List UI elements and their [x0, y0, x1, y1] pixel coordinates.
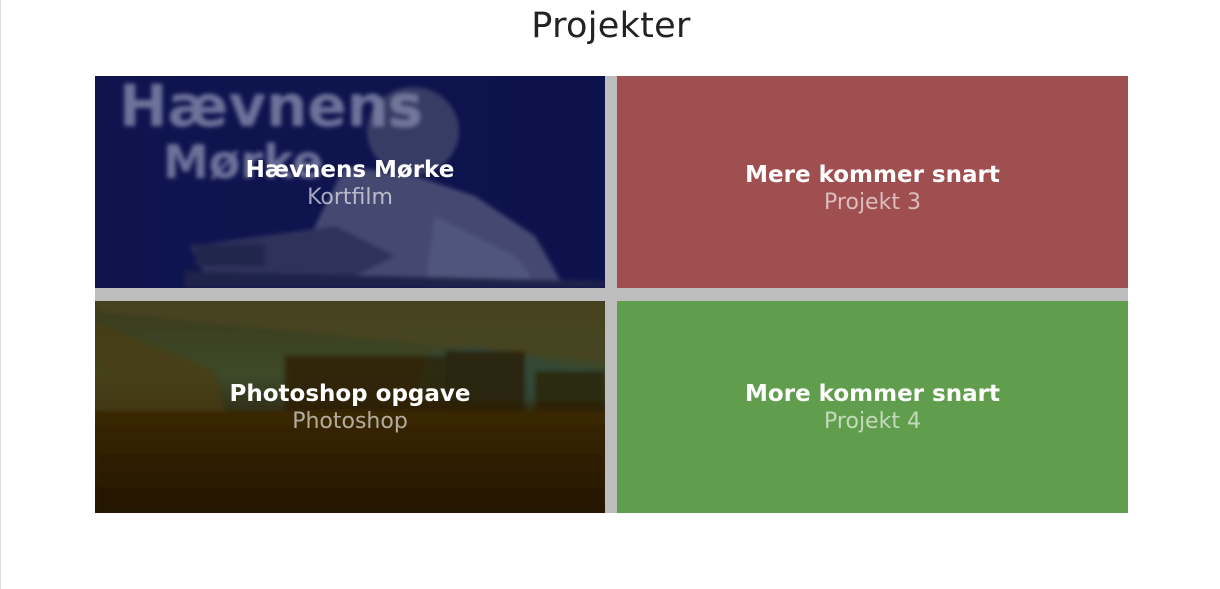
- page-title: Projekter: [531, 6, 691, 46]
- project-tile-projekt-3[interactable]: Mere kommer snart Projekt 3: [617, 76, 1128, 288]
- project-title: Hævnens Mørke: [245, 157, 455, 183]
- project-caption: Photoshop opgave Photoshop: [95, 380, 605, 436]
- project-title: Photoshop opgave: [229, 381, 471, 407]
- project-caption: Hævnens Mørke Kortfilm: [95, 156, 605, 212]
- project-subtitle: Photoshop: [292, 409, 408, 434]
- project-subtitle: Kortfilm: [307, 185, 393, 210]
- project-title: Mere kommer snart: [745, 162, 1000, 188]
- project-caption: More kommer snart Projekt 4: [617, 380, 1128, 436]
- project-subtitle: Projekt 4: [824, 409, 921, 434]
- project-caption: Mere kommer snart Projekt 3: [617, 161, 1128, 217]
- project-tile-haevnens-morke[interactable]: Hævnens Mørke Hævnens Mørke Kortfilm: [95, 76, 605, 288]
- projects-grid: Hævnens Mørke Hævnens Mørke Kortfilm Mer…: [95, 76, 1128, 513]
- project-title: More kommer snart: [745, 381, 1000, 407]
- project-tile-projekt-4[interactable]: More kommer snart Projekt 4: [617, 301, 1128, 513]
- page: Projekter Hævnens Mørke Hævnens Mørke Ko…: [0, 0, 1220, 589]
- project-tile-photoshop-opgave[interactable]: Photoshop opgave Photoshop: [95, 301, 605, 513]
- project-subtitle: Projekt 3: [824, 190, 921, 215]
